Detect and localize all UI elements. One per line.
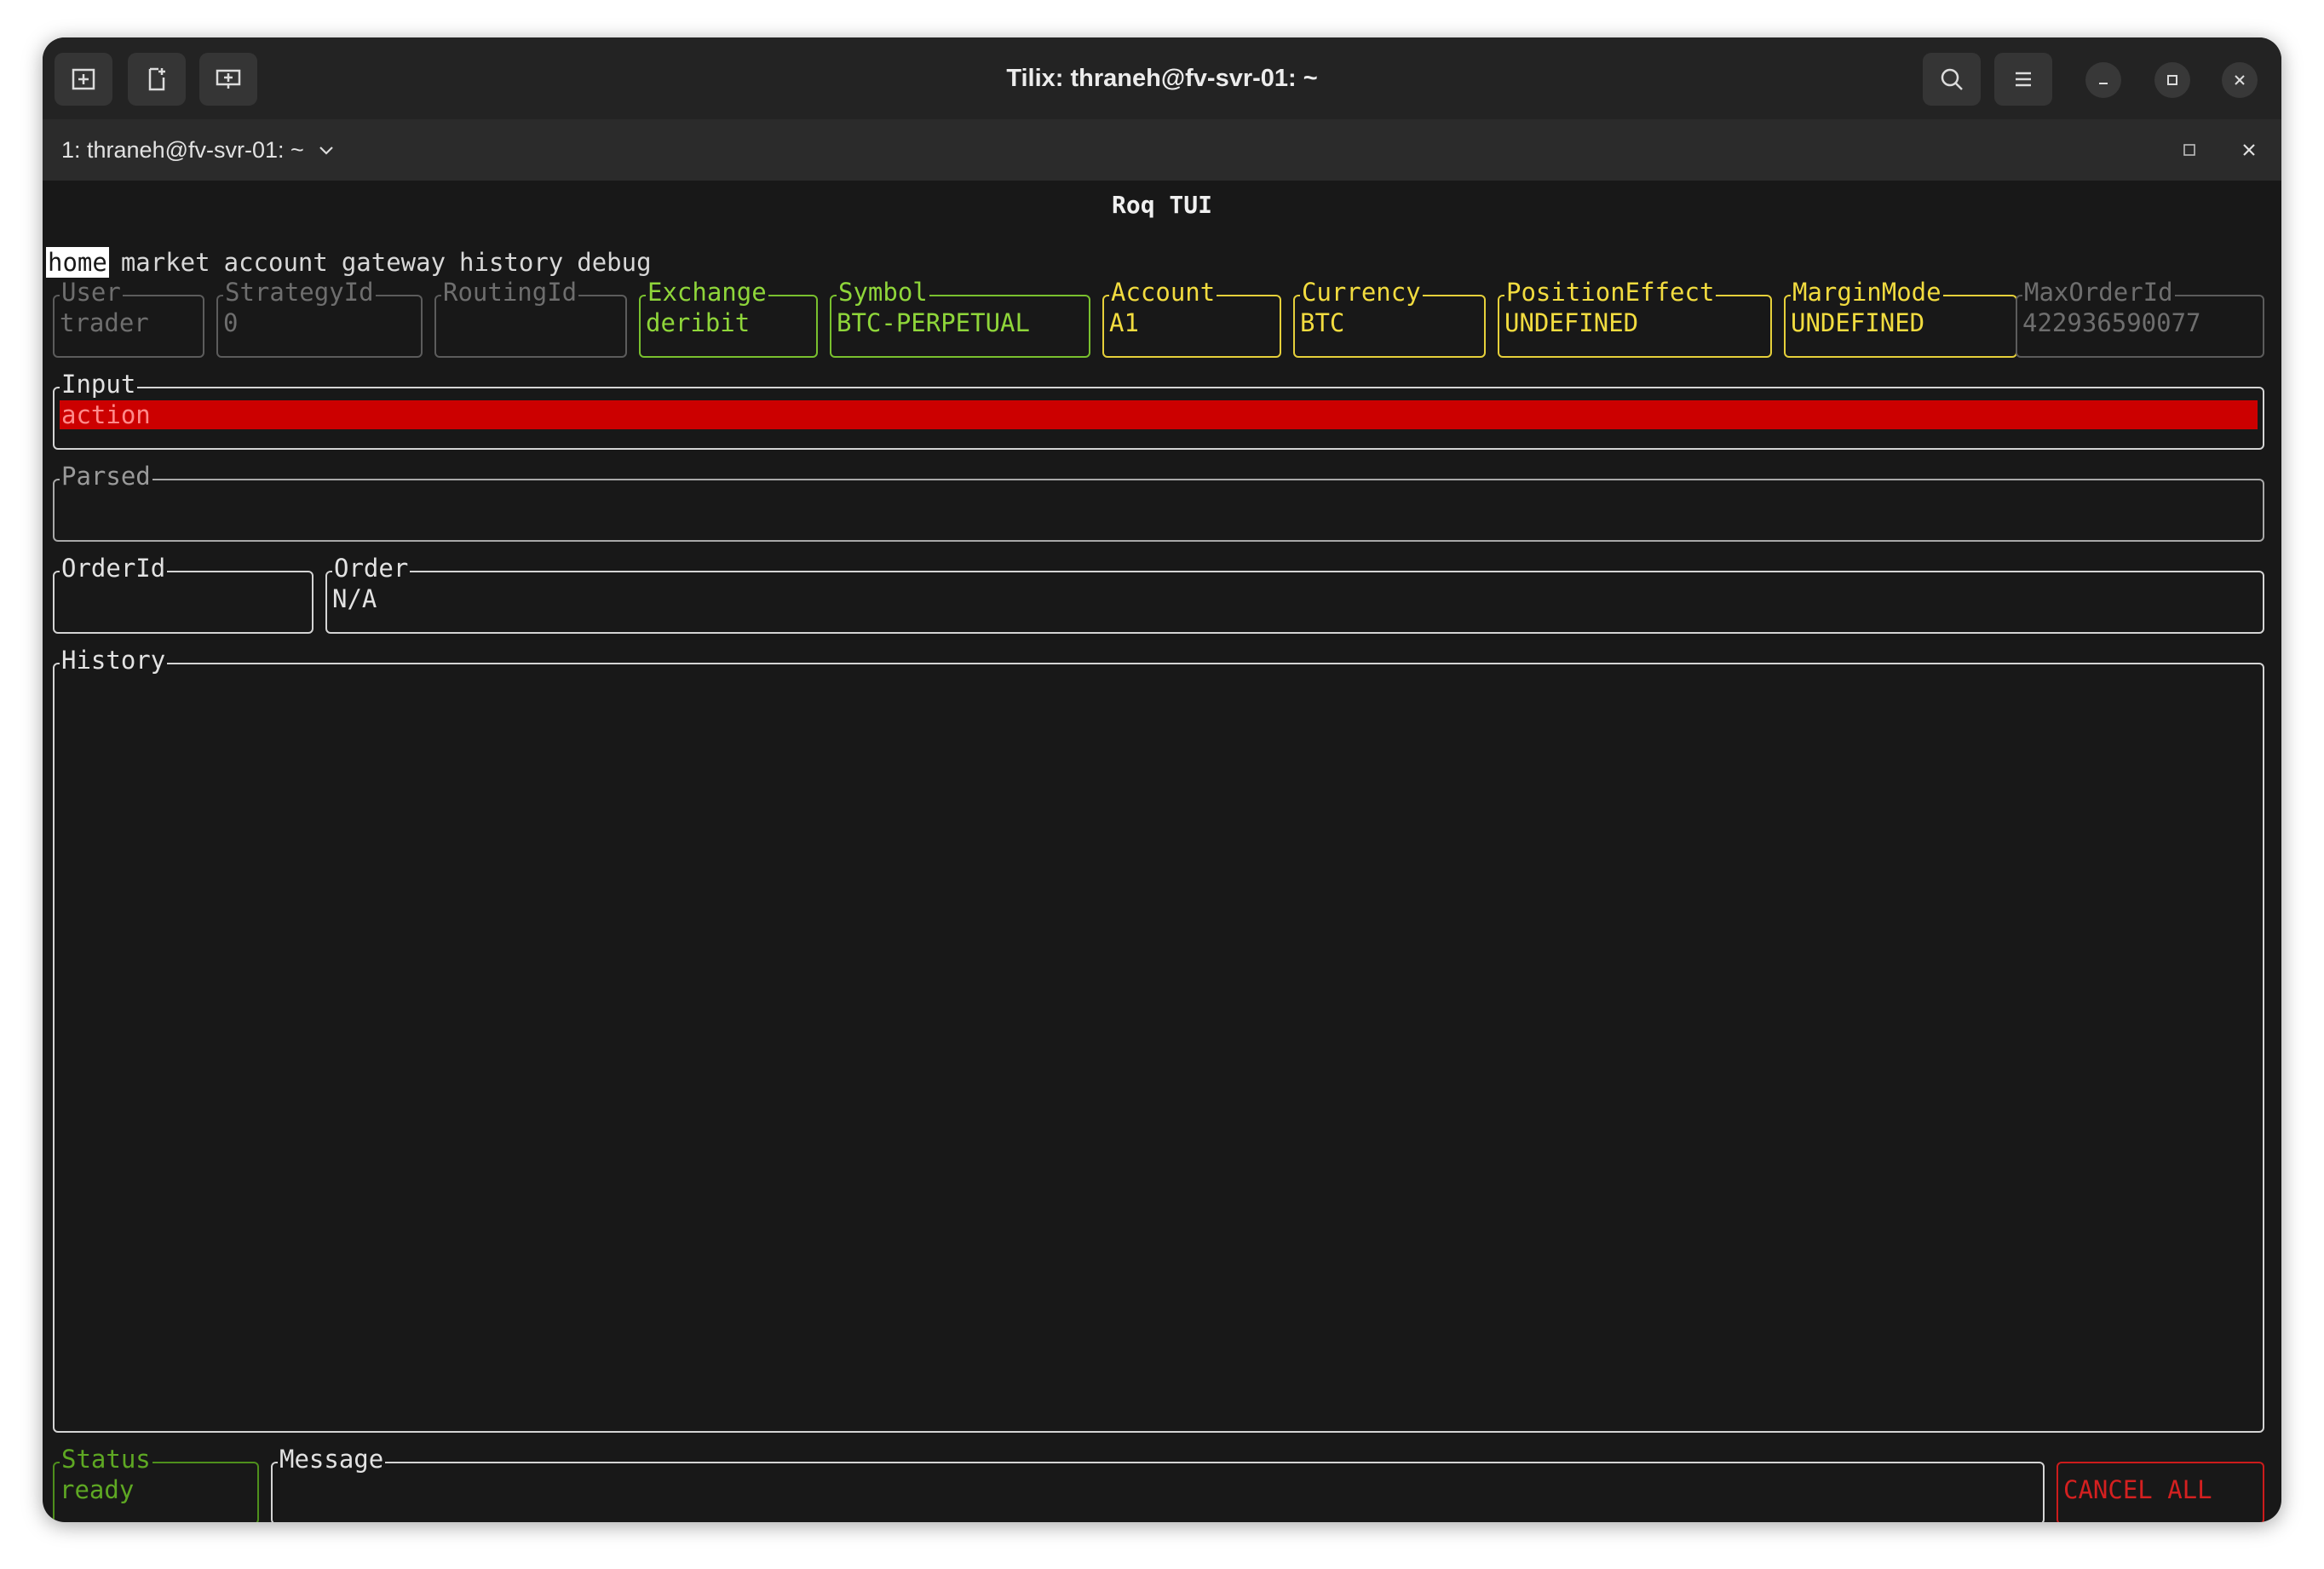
strategy-id-label: StrategyId — [223, 278, 376, 307]
menu-debug[interactable]: debug — [577, 247, 651, 278]
split-add-icon — [72, 68, 95, 90]
message-panel: Message — [271, 1445, 2045, 1522]
exchange-value: deribit — [646, 308, 751, 337]
margin-mode-field[interactable]: MarginMode UNDEFINED — [1784, 278, 2017, 358]
position-effect-field[interactable]: PositionEffect UNDEFINED — [1498, 278, 1772, 358]
currency-field[interactable]: Currency BTC — [1293, 278, 1486, 358]
terminal-window: Tilix: thraneh@fv-svr-01: ~ 1: thraneh@f… — [43, 37, 2281, 1522]
chevron-down-icon[interactable] — [316, 140, 337, 160]
user-label: User — [60, 278, 123, 307]
account-value: A1 — [1109, 308, 1139, 337]
menu-home[interactable]: home — [46, 247, 109, 278]
order-panel: Order N/A — [325, 554, 2264, 634]
account-label: Account — [1109, 278, 1217, 307]
symbol-label: Symbol — [837, 278, 929, 307]
order-id-label: OrderId — [60, 554, 168, 583]
add-terminal-down-button[interactable] — [128, 53, 186, 106]
main-menu: home market account gateway history debu… — [46, 247, 665, 278]
max-order-id-value: 422936590077 — [2022, 308, 2201, 337]
hamburger-icon — [2016, 72, 2031, 87]
cancel-all-button[interactable]: CANCEL ALL — [2057, 1462, 2264, 1522]
menu-history[interactable]: history — [459, 247, 563, 278]
order-value: N/A — [332, 584, 377, 613]
position-effect-label: PositionEffect — [1504, 278, 1717, 307]
tab-close-button[interactable] — [2235, 136, 2263, 164]
command-input[interactable]: action — [60, 400, 2258, 429]
session-tab[interactable]: 1: thraneh@fv-svr-01: ~ — [61, 119, 337, 181]
margin-mode-value: UNDEFINED — [1791, 308, 1925, 337]
input-panel[interactable]: Input action — [53, 370, 2264, 450]
currency-label: Currency — [1300, 278, 1423, 307]
close-button[interactable] — [2222, 62, 2258, 98]
new-session-button[interactable] — [199, 53, 257, 106]
currency-value: BTC — [1300, 308, 1345, 337]
status-panel: Status ready — [53, 1445, 259, 1522]
parsed-panel: Parsed — [53, 462, 2264, 542]
menu-market[interactable]: market — [121, 247, 210, 278]
minimize-button[interactable] — [2085, 62, 2121, 98]
message-label: Message — [278, 1445, 386, 1474]
history-label: History — [60, 646, 168, 675]
monitor-add-icon — [216, 69, 241, 89]
routing-id-field: RoutingId — [434, 278, 627, 358]
maximize-button[interactable] — [2154, 62, 2190, 98]
minimize-icon — [2099, 83, 2108, 84]
app-title: Roq TUI — [1111, 191, 1212, 219]
tab-maximize-button[interactable] — [2176, 136, 2203, 164]
maximize-icon — [2167, 75, 2177, 85]
symbol-field[interactable]: Symbol BTC-PERPETUAL — [830, 278, 1090, 358]
document-add-icon — [148, 67, 165, 91]
status-label: Status — [60, 1445, 152, 1474]
max-order-id-label: MaxOrderId — [2022, 278, 2175, 307]
maximize-icon — [2183, 144, 2195, 156]
order-label: Order — [332, 554, 411, 583]
strategy-id-field: StrategyId 0 — [216, 278, 423, 358]
close-icon — [2235, 75, 2245, 85]
order-id-panel: OrderId — [53, 554, 314, 634]
user-field: User trader — [53, 278, 204, 358]
exchange-field[interactable]: Exchange deribit — [639, 278, 818, 358]
routing-id-label: RoutingId — [441, 278, 579, 307]
search-icon — [1941, 68, 1963, 90]
session-tab-bar: 1: thraneh@fv-svr-01: ~ — [43, 119, 2281, 181]
margin-mode-label: MarginMode — [1791, 278, 1943, 307]
input-label: Input — [60, 370, 138, 399]
account-field[interactable]: Account A1 — [1102, 278, 1281, 358]
position-effect-value: UNDEFINED — [1504, 308, 1639, 337]
terminal-content[interactable]: Roq TUI home market account gateway hist… — [43, 181, 2281, 1522]
history-panel[interactable]: History — [53, 646, 2264, 1433]
add-terminal-right-button[interactable] — [55, 53, 112, 106]
menu-gateway[interactable]: gateway — [342, 247, 446, 278]
close-icon — [2243, 144, 2255, 156]
title-bar: Tilix: thraneh@fv-svr-01: ~ — [43, 37, 2281, 119]
session-tab-label: 1: thraneh@fv-svr-01: ~ — [61, 137, 304, 163]
cancel-all-label: CANCEL ALL — [2063, 1475, 2212, 1504]
max-order-id-field: MaxOrderId 422936590077 — [2016, 278, 2264, 358]
status-value: ready — [60, 1475, 135, 1504]
exchange-label: Exchange — [646, 278, 768, 307]
parsed-label: Parsed — [60, 462, 152, 491]
menu-button[interactable] — [1994, 53, 2052, 106]
menu-account[interactable]: account — [224, 247, 328, 278]
strategy-id-value: 0 — [223, 308, 239, 337]
search-button[interactable] — [1923, 53, 1981, 106]
symbol-value: BTC-PERPETUAL — [837, 308, 1030, 337]
user-value: trader — [60, 308, 149, 337]
